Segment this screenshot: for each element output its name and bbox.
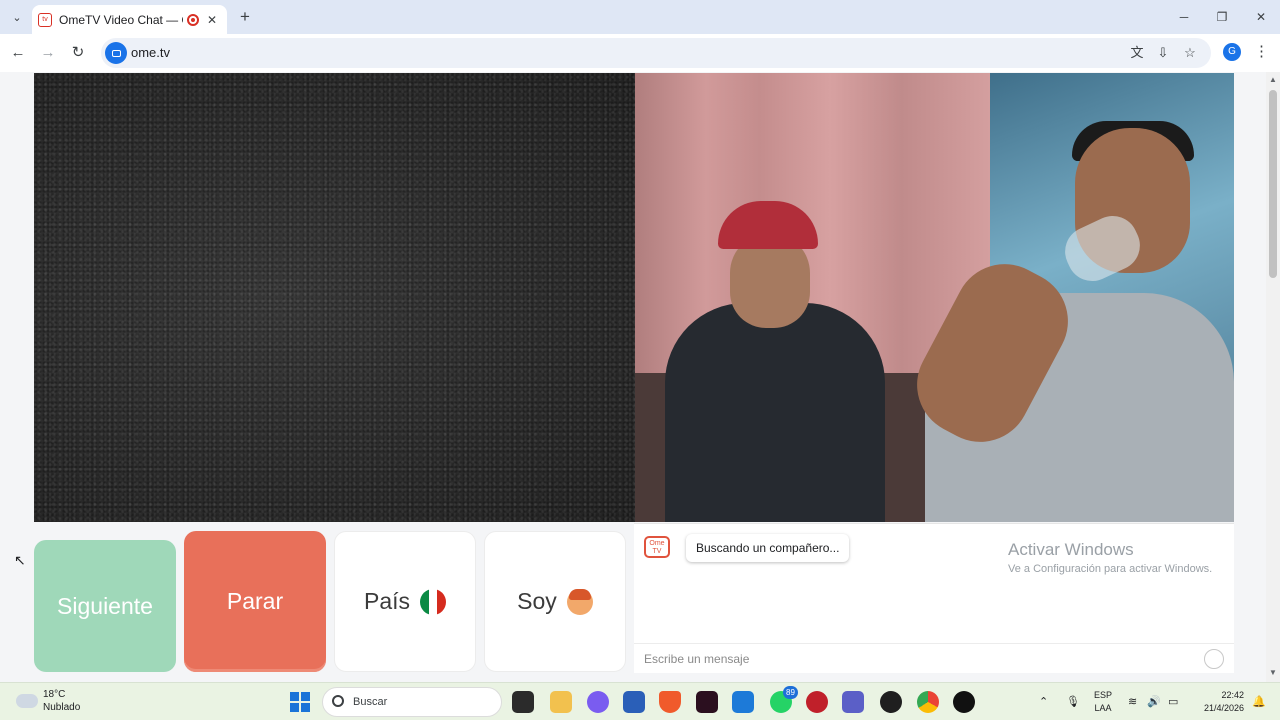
back-arrow-icon[interactable]: ← (8, 43, 28, 63)
search-icon (332, 695, 344, 707)
watermark-subtitle: Ve a Configuración para activar Windows. (1008, 563, 1213, 575)
stop-button[interactable]: Parar (184, 531, 326, 672)
recording-indicator-icon (187, 13, 199, 26)
scroll-down-arrow-icon[interactable]: ▼ (1269, 668, 1277, 677)
reload-icon[interactable]: ↻ (68, 43, 88, 63)
close-window-button[interactable]: ✕ (1250, 7, 1272, 27)
weather-description: Nublado (43, 702, 81, 713)
weather-widget[interactable]: 18°C Nublado (16, 688, 80, 714)
message-placeholder: Escribe un mensaje (644, 652, 750, 666)
weather-temperature: 18°C (43, 689, 66, 700)
riot-client-icon[interactable] (806, 691, 828, 713)
file-explorer-icon[interactable] (550, 691, 572, 713)
emoji-picker-icon[interactable] (1204, 649, 1224, 669)
stop-button-label: Parar (226, 588, 284, 614)
system-clock[interactable]: 22:42 21/4/2026 (1196, 689, 1244, 715)
browser-toolbar: ← → ↻ ome.tv 文 ⇩ ☆ G ⋮ (0, 34, 1280, 72)
next-button[interactable]: Siguiente (34, 540, 176, 672)
close-tab-icon[interactable]: ✕ (207, 13, 217, 27)
clock-date: 21/4/2026 (1203, 703, 1244, 713)
tiktok-icon[interactable] (953, 691, 975, 713)
tab-search-icon[interactable]: ⌄ (8, 8, 26, 26)
copilot-icon[interactable] (587, 691, 609, 713)
valorant-icon[interactable] (696, 691, 718, 713)
new-tab-button[interactable]: + (236, 7, 254, 27)
teams-icon[interactable] (842, 691, 864, 713)
volume-icon[interactable]: 🔊 (1147, 695, 1161, 708)
bookmark-star-icon[interactable]: ☆ (1181, 44, 1199, 62)
tab-title: OmeTV Video Chat — Ome (59, 12, 183, 27)
github-desktop-icon[interactable] (880, 691, 902, 713)
mouse-cursor-icon: ↖ (14, 552, 26, 568)
mexico-flag-icon (420, 588, 447, 615)
ometv-page: Siguiente Parar País Soy Ome TV Buscando… (0, 72, 1280, 682)
language-code: ESP (1094, 690, 1113, 700)
profile-avatar[interactable]: G (1223, 43, 1241, 61)
brave-browser-icon[interactable] (659, 691, 681, 713)
microsoft-store-icon[interactable] (623, 691, 645, 713)
boy-emoji-icon (566, 588, 593, 615)
browser-menu-icon[interactable]: ⋮ (1254, 42, 1269, 60)
start-menu-icon[interactable] (290, 692, 310, 712)
input-language-indicator[interactable]: ESP LAA (1094, 689, 1112, 715)
wifi-icon[interactable]: ≋ (1128, 695, 1137, 708)
install-app-icon[interactable]: ⇩ (1154, 44, 1172, 62)
watermark-title: Activar Windows (1008, 540, 1134, 559)
address-bar[interactable]: ome.tv (101, 38, 1211, 68)
ometv-favicon-icon: tv (38, 12, 52, 27)
cloud-icon (16, 694, 38, 708)
partner-video-static (34, 73, 635, 522)
outlook-icon[interactable] (732, 691, 754, 713)
taskbar-search[interactable]: Buscar (322, 687, 502, 717)
tab-strip: ⌄ tv OmeTV Video Chat — Ome ✕ + ─ ❐ ✕ (0, 0, 1280, 34)
translate-icon[interactable]: 文 (1128, 44, 1146, 62)
ometv-logo-icon: Ome TV (644, 536, 670, 558)
searching-status-message: Buscando un compañero... (686, 534, 850, 562)
notifications-bell-icon[interactable]: 🔔 (1252, 695, 1266, 708)
gender-label: Soy (517, 588, 557, 614)
forward-arrow-icon[interactable]: → (38, 43, 58, 63)
country-selector-button[interactable]: País (334, 531, 476, 672)
country-label: País (363, 588, 411, 614)
search-placeholder: Buscar (353, 696, 388, 708)
video-noise (34, 73, 635, 522)
task-view-icon[interactable] (512, 691, 534, 713)
scrollbar-thumb[interactable] (1269, 90, 1277, 278)
whatsapp-icon[interactable]: 89 (770, 686, 798, 713)
activate-windows-watermark: Activar Windows Ve a Configuración para … (1008, 540, 1212, 575)
next-button-label: Siguiente (57, 592, 153, 619)
person-left-body (665, 303, 885, 522)
clock-time: 22:42 (1221, 690, 1244, 700)
url-text[interactable]: ome.tv (131, 45, 170, 60)
maximize-button[interactable]: ❐ (1211, 7, 1233, 27)
chrome-icon[interactable] (917, 691, 939, 713)
keyboard-layout-code: LAA (1094, 703, 1112, 713)
page-scrollbar[interactable]: ▲ ▼ (1266, 72, 1280, 682)
self-camera-video (635, 73, 1234, 522)
scroll-up-arrow-icon[interactable]: ▲ (1269, 75, 1277, 84)
microphone-icon[interactable]: 🎙 (1066, 695, 1080, 708)
battery-icon[interactable]: ▭ (1168, 695, 1178, 708)
windows-taskbar: 18°C Nublado Buscar 89 ⌃ 🎙 ESP LAA ≋ 🔊 ▭… (0, 682, 1280, 720)
tab-ometv[interactable]: tv OmeTV Video Chat — Ome ✕ (32, 5, 227, 34)
gender-selector-button[interactable]: Soy (484, 531, 626, 672)
whatsapp-unread-badge: 89 (783, 686, 798, 699)
site-info-icon[interactable] (105, 42, 127, 64)
minimize-button[interactable]: ─ (1173, 7, 1195, 27)
message-input[interactable]: Escribe un mensaje (634, 643, 1234, 674)
show-hidden-icons-chevron-icon[interactable]: ⌃ (1039, 695, 1048, 708)
